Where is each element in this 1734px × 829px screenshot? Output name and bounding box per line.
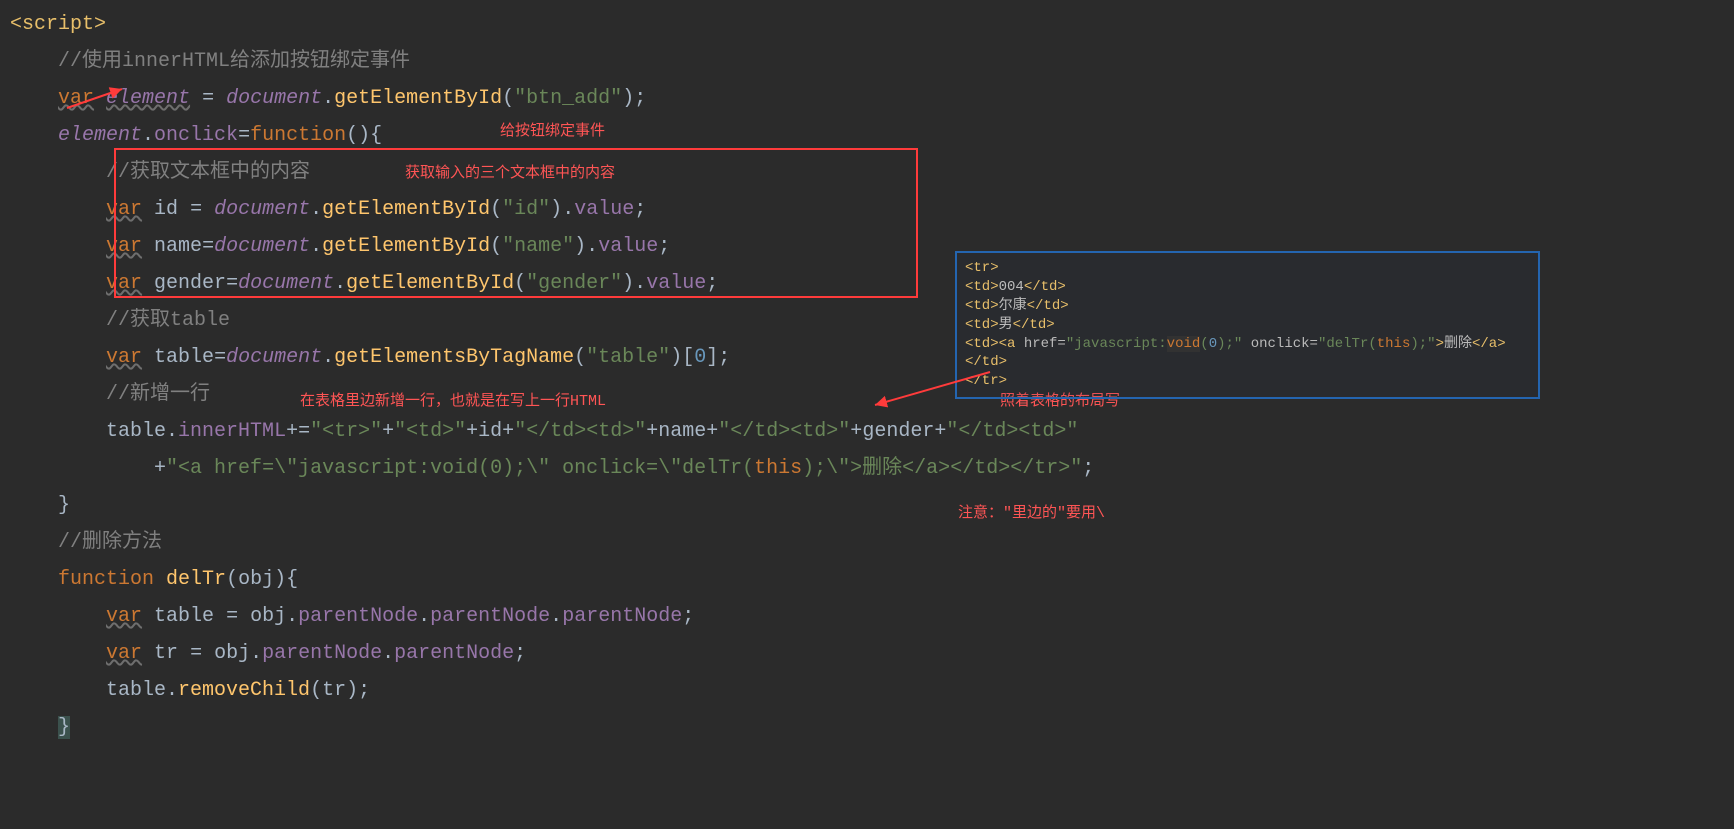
code-line: //删除方法 — [10, 524, 1734, 561]
code-line: var element = document.getElementById("b… — [10, 80, 1734, 117]
annotation-get-inputs: 获取输入的三个文本框中的内容 — [405, 160, 615, 188]
code-line: function delTr(obj){ — [10, 561, 1734, 598]
code-line: //使用innerHTML给添加按钮绑定事件 — [10, 43, 1734, 80]
code-line: <script> — [10, 6, 1734, 43]
code-line: table.innerHTML+="<tr>"+"<td>"+id+"</td>… — [10, 413, 1734, 450]
code-line: var tr = obj.parentNode.parentNode; — [10, 635, 1734, 672]
annotation-escape: 注意："里边的"要用\ — [958, 500, 1105, 528]
code-line: } — [10, 487, 1734, 524]
code-line: } — [10, 709, 1734, 746]
code-line: var table = obj.parentNode.parentNode.pa… — [10, 598, 1734, 635]
arrow-icon — [62, 86, 132, 111]
code-line: table.removeChild(tr); — [10, 672, 1734, 709]
annotation-bind-event: 给按钮绑定事件 — [500, 118, 605, 146]
arrow-icon — [870, 370, 1000, 410]
code-line: +"<a href=\"javascript:void(0);\" onclic… — [10, 450, 1734, 487]
code-tooltip: <tr> <td>004</td> <td>尔康</td> <td>男</td>… — [955, 251, 1540, 399]
annotation-new-row: 在表格里边新增一行，也就是在写上一行HTML — [300, 388, 606, 416]
